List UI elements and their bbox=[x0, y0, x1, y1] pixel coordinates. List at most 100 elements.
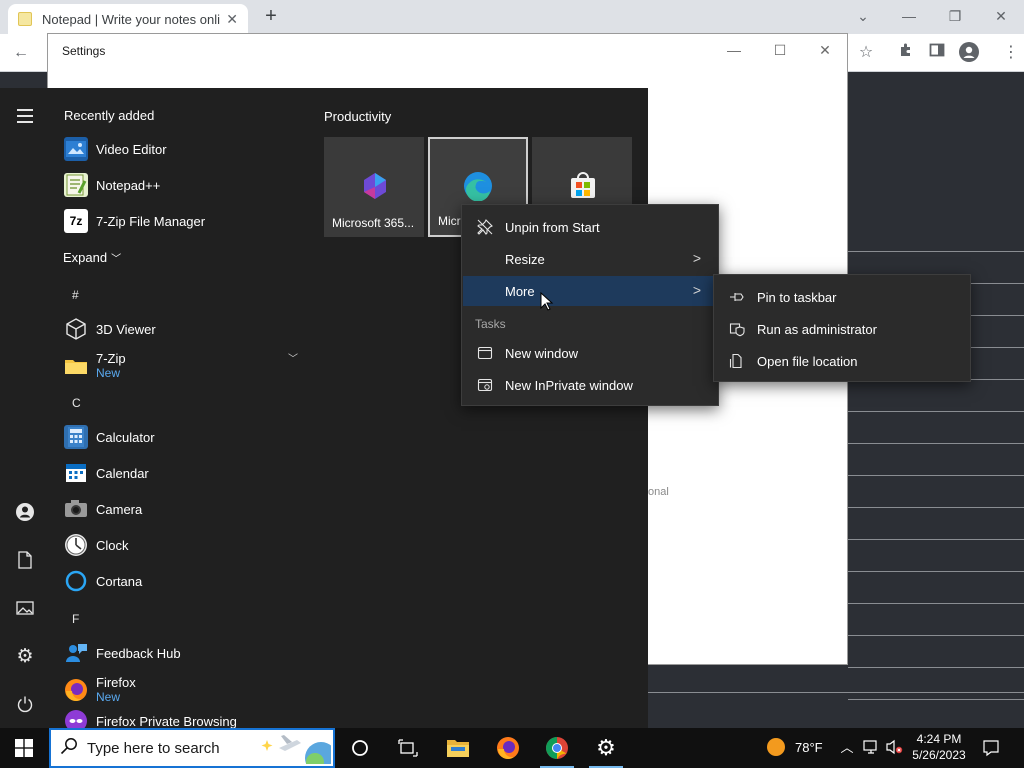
letter-header-c[interactable]: C bbox=[72, 396, 81, 410]
bookmark-star-icon[interactable]: ☆ bbox=[855, 42, 877, 64]
app-label: Video Editor bbox=[96, 141, 167, 157]
menu-item-more[interactable]: More > bbox=[463, 276, 717, 306]
chrome-icon bbox=[546, 737, 568, 759]
browser-restore-button[interactable]: ❐ bbox=[940, 6, 970, 26]
menu-item-label: More bbox=[505, 283, 535, 299]
volume-muted-icon[interactable] bbox=[885, 739, 903, 757]
tile-label: Microsoft Edge bbox=[438, 214, 462, 228]
menu-item-open-file-location[interactable]: Open file location bbox=[715, 346, 969, 376]
new-badge: New bbox=[96, 366, 121, 380]
camera-icon bbox=[64, 497, 88, 521]
taskbar-settings[interactable]: ⚙ bbox=[583, 728, 629, 768]
chevron-down-icon[interactable]: ﹀ bbox=[288, 350, 298, 365]
app-item-camera[interactable]: Camera bbox=[64, 494, 304, 524]
cortana-button[interactable] bbox=[337, 728, 383, 768]
app-item-video-editor[interactable]: Video Editor bbox=[64, 134, 304, 164]
browser-tab[interactable]: Notepad | Write your notes online ✕ bbox=[8, 4, 248, 34]
side-panel-icon[interactable] bbox=[926, 42, 948, 64]
browser-minimize-button[interactable]: — bbox=[894, 6, 924, 26]
weather-temperature[interactable]: 78°F bbox=[795, 740, 823, 755]
notepadpp-icon bbox=[64, 173, 88, 197]
browser-menu-icon[interactable]: ⋮ bbox=[1000, 42, 1022, 64]
settings-minimize-button[interactable]: — bbox=[720, 40, 748, 60]
app-label: 7-Zip File Manager bbox=[96, 213, 206, 229]
weather-sun-icon[interactable] bbox=[765, 737, 787, 759]
search-placeholder: Type here to search bbox=[87, 739, 220, 757]
microsoft-365-icon bbox=[364, 173, 386, 199]
app-item-calculator[interactable]: Calculator bbox=[64, 422, 304, 452]
menu-item-new-inprivate-window[interactable]: New InPrivate window bbox=[463, 370, 717, 400]
menu-item-label: Unpin from Start bbox=[505, 219, 600, 235]
chevron-right-icon: > bbox=[692, 282, 701, 298]
tab-search-chevron-icon[interactable]: ⌄ bbox=[848, 6, 878, 26]
app-label: Calendar bbox=[96, 465, 149, 481]
hamburger-menu-icon[interactable] bbox=[13, 104, 37, 128]
menu-item-resize[interactable]: Resize > bbox=[463, 244, 717, 274]
menu-item-label: Pin to taskbar bbox=[757, 289, 837, 305]
task-view-icon bbox=[398, 739, 418, 757]
back-arrow-icon[interactable]: ← bbox=[10, 42, 32, 64]
expand-button[interactable]: Expand ﹀ bbox=[63, 250, 121, 265]
tile-microsoft-365[interactable]: Microsoft 365... bbox=[324, 137, 424, 237]
notifications-icon[interactable] bbox=[982, 739, 1000, 757]
settings-window-title: Settings bbox=[62, 44, 106, 58]
taskbar-search-box[interactable]: Type here to search bbox=[49, 728, 335, 768]
edge-icon bbox=[464, 172, 492, 201]
app-item-notepadpp[interactable]: Notepad++ bbox=[64, 170, 304, 200]
app-item-firefox[interactable]: Firefox New bbox=[64, 674, 304, 706]
settings-maximize-button[interactable]: ☐ bbox=[766, 40, 794, 60]
start-rail: ⚙ bbox=[0, 88, 50, 728]
tab-close-icon[interactable]: ✕ bbox=[226, 11, 238, 28]
expand-label: Expand bbox=[63, 250, 108, 265]
inprivate-icon bbox=[477, 377, 493, 393]
app-item-feedback-hub[interactable]: Feedback Hub bbox=[64, 638, 304, 668]
network-icon[interactable] bbox=[862, 739, 880, 757]
taskbar-clock[interactable]: 4:24 PM 5/26/2023 bbox=[908, 731, 970, 763]
menu-item-label: New window bbox=[505, 345, 578, 361]
menu-item-pin-to-taskbar[interactable]: Pin to taskbar bbox=[715, 282, 969, 312]
menu-item-label: Run as administrator bbox=[757, 321, 877, 337]
7zip-icon: 7z bbox=[64, 209, 88, 233]
task-view-button[interactable] bbox=[385, 728, 431, 768]
app-label: Camera bbox=[96, 501, 143, 517]
tile-group-title[interactable]: Productivity bbox=[324, 109, 391, 124]
taskbar-firefox[interactable] bbox=[485, 728, 531, 768]
app-label: Clock bbox=[96, 537, 129, 553]
documents-icon[interactable] bbox=[13, 548, 37, 572]
app-item-7zip-file-manager[interactable]: 7z 7-Zip File Manager bbox=[64, 206, 304, 236]
letter-header-hash[interactable]: # bbox=[72, 288, 79, 302]
letter-header-f[interactable]: F bbox=[72, 612, 79, 626]
firefox-icon bbox=[64, 678, 88, 702]
settings-text-fragment: onal bbox=[648, 486, 669, 498]
cortana-circle-icon bbox=[352, 740, 368, 756]
app-item-calendar[interactable]: Calendar bbox=[64, 458, 304, 488]
app-item-cortana[interactable]: Cortana bbox=[64, 566, 304, 596]
start-button[interactable] bbox=[0, 728, 48, 768]
settings-close-button[interactable]: ✕ bbox=[811, 40, 839, 60]
taskbar-file-explorer[interactable] bbox=[435, 728, 481, 768]
menu-item-run-as-administrator[interactable]: Run as administrator bbox=[715, 314, 969, 344]
app-item-clock[interactable]: Clock bbox=[64, 530, 304, 560]
folder-icon bbox=[64, 354, 88, 378]
firefox-icon bbox=[497, 737, 519, 759]
calendar-icon bbox=[64, 461, 88, 485]
settings-gear-icon[interactable]: ⚙ bbox=[13, 644, 37, 668]
microsoft-store-icon bbox=[571, 172, 595, 198]
new-tab-button[interactable]: + bbox=[260, 5, 282, 27]
app-label: 7-Zip bbox=[96, 351, 126, 366]
taskbar-chrome[interactable] bbox=[534, 728, 580, 768]
power-icon[interactable] bbox=[13, 692, 37, 716]
user-account-icon[interactable] bbox=[13, 500, 37, 524]
menu-item-unpin-from-start[interactable]: Unpin from Start bbox=[463, 212, 717, 242]
pictures-icon[interactable] bbox=[13, 596, 37, 620]
show-hidden-icons-chevron-icon[interactable]: ︿ bbox=[838, 739, 856, 757]
pin-icon bbox=[729, 289, 745, 305]
app-item-firefox-private-browsing[interactable]: Firefox Private Browsing bbox=[64, 706, 304, 728]
calculator-icon bbox=[64, 425, 88, 449]
profile-avatar-icon[interactable] bbox=[958, 42, 980, 64]
browser-close-button[interactable]: ✕ bbox=[986, 6, 1016, 26]
app-item-7zip[interactable]: 7-Zip New bbox=[64, 350, 304, 382]
app-item-3d-viewer[interactable]: 3D Viewer bbox=[64, 314, 304, 344]
menu-item-new-window[interactable]: New window bbox=[463, 338, 717, 368]
extensions-puzzle-icon[interactable] bbox=[895, 42, 917, 64]
